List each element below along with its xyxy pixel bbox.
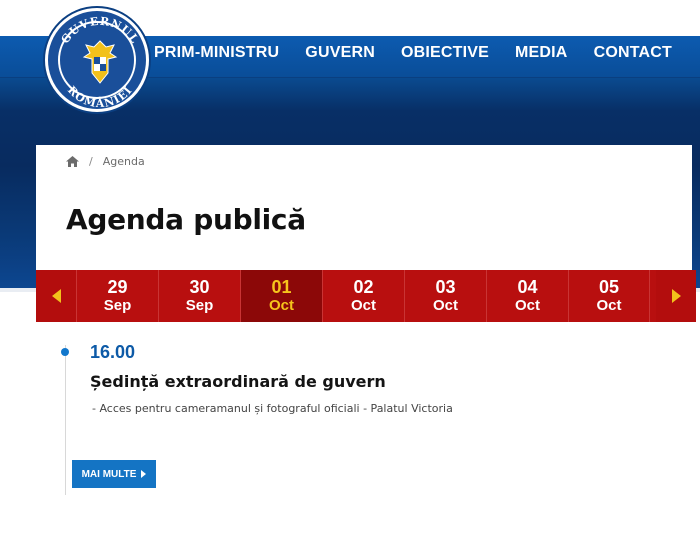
date-item[interactable]: 03 Oct bbox=[404, 270, 486, 322]
logo-ring-bottom-text: ROMÂNIEI bbox=[65, 84, 134, 111]
date-day: 05 bbox=[598, 277, 620, 297]
date-month: Oct bbox=[514, 297, 540, 314]
government-logo[interactable]: GUVERNUL ROMÂNIEI bbox=[45, 8, 149, 112]
date-day: 29 bbox=[107, 277, 128, 297]
event-time: 16.00 bbox=[90, 342, 136, 362]
date-month: Sep bbox=[185, 297, 214, 314]
nav-contact[interactable]: CONTACT bbox=[594, 44, 672, 62]
date-month: Oct bbox=[350, 297, 376, 314]
home-icon[interactable] bbox=[66, 156, 79, 167]
date-month: Oct bbox=[268, 297, 294, 314]
content-card: / Agenda Agenda publică bbox=[36, 145, 692, 271]
date-item[interactable]: 04 Oct bbox=[486, 270, 568, 322]
caret-right-icon bbox=[141, 470, 147, 478]
nav-guvern[interactable]: GUVERN bbox=[305, 44, 375, 62]
nav-prim-ministru[interactable]: PRIM-MINISTRU bbox=[154, 44, 279, 62]
coat-of-arms-icon: GUVERNUL ROMÂNIEI bbox=[59, 15, 141, 111]
more-button-label: MAI MULTE bbox=[81, 468, 137, 480]
breadcrumb-separator: / bbox=[89, 155, 93, 168]
date-day: 03 bbox=[435, 277, 456, 297]
date-month: Oct bbox=[432, 297, 458, 314]
breadcrumb-current: Agenda bbox=[102, 155, 145, 168]
previous-dates-button[interactable] bbox=[36, 270, 76, 322]
date-item[interactable]: 05 Oct bbox=[568, 270, 650, 322]
date-day: 02 bbox=[353, 277, 374, 297]
nav-media[interactable]: MEDIA bbox=[515, 44, 568, 62]
breadcrumb: / Agenda bbox=[66, 155, 145, 168]
date-strip: 29 Sep 30 Sep 01 Oct 02 Oct 03 Oct 04 Oc… bbox=[36, 270, 696, 322]
date-item[interactable]: 01 Oct bbox=[240, 270, 322, 322]
next-dates-button[interactable] bbox=[656, 270, 696, 322]
date-day: 04 bbox=[517, 277, 538, 297]
timeline-dot-icon bbox=[61, 348, 69, 356]
event-description: - Acces pentru cameramanul și fotograful… bbox=[92, 402, 453, 415]
date-item[interactable]: 02 Oct bbox=[322, 270, 404, 322]
date-item[interactable]: 29 Sep bbox=[76, 270, 158, 322]
main-navigation: PRIM-MINISTRU GUVERN OBIECTIVE MEDIA CON… bbox=[154, 44, 672, 62]
more-button[interactable]: MAI MULTE bbox=[72, 460, 156, 488]
arrow-left-icon bbox=[51, 289, 61, 303]
timeline-line bbox=[65, 345, 66, 495]
date-item[interactable]: 30 Sep bbox=[158, 270, 240, 322]
date-month: Oct bbox=[596, 297, 622, 314]
date-day: 01 bbox=[271, 277, 292, 297]
date-day: 30 bbox=[189, 277, 210, 297]
arrow-right-icon bbox=[671, 289, 681, 303]
date-list: 29 Sep 30 Sep 01 Oct 02 Oct 03 Oct 04 Oc… bbox=[76, 270, 656, 322]
date-month: Sep bbox=[103, 297, 132, 314]
svg-text:ROMÂNIEI: ROMÂNIEI bbox=[65, 84, 135, 111]
nav-obiective[interactable]: OBIECTIVE bbox=[401, 44, 489, 62]
event-title: Ședință extraordinară de guvern bbox=[90, 372, 386, 391]
page-title: Agenda publică bbox=[66, 203, 306, 236]
